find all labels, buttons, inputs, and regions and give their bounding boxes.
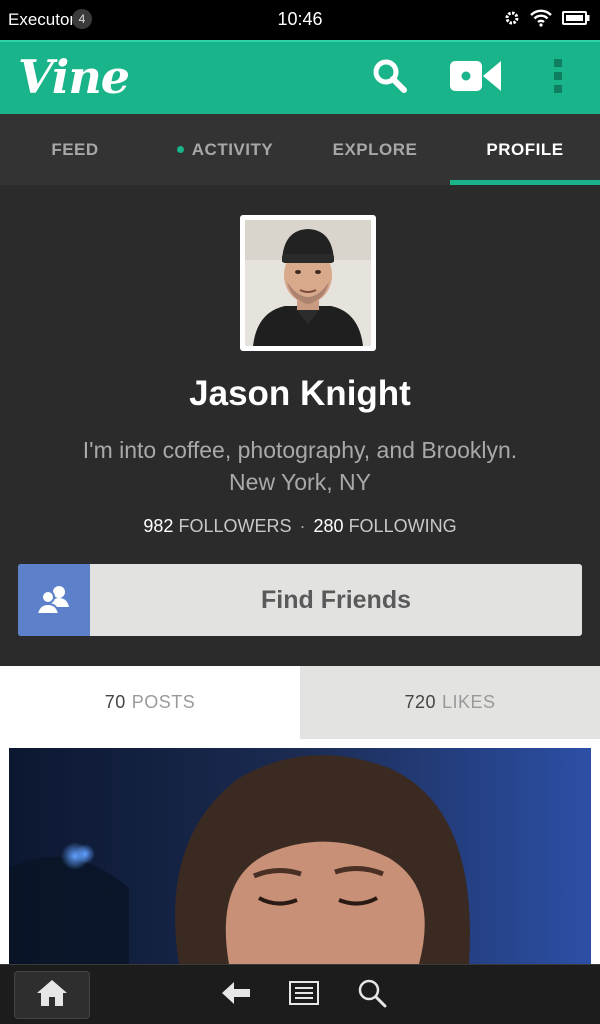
- nav-search-button[interactable]: [350, 971, 394, 1019]
- system-icons: [504, 9, 590, 31]
- profile-stats: 982 FOLLOWERS · 280 FOLLOWING: [0, 516, 600, 537]
- tab-label: EXPLORE: [332, 139, 418, 159]
- search-icon: [372, 58, 408, 99]
- overflow-menu-icon: [553, 58, 563, 99]
- tab-label: PROFILE: [486, 139, 564, 159]
- post-list: [0, 739, 600, 964]
- tab-activity[interactable]: ACTIVITY: [150, 114, 300, 185]
- post-video-thumbnail[interactable]: [9, 748, 591, 964]
- record-video-button[interactable]: [448, 56, 504, 100]
- gear-icon: [504, 10, 520, 31]
- bio-location: New York, NY: [229, 469, 371, 495]
- search-icon: [357, 978, 387, 1013]
- find-friends-label: Find Friends: [261, 585, 411, 614]
- avatar[interactable]: [240, 215, 376, 351]
- tab-profile[interactable]: PROFILE: [450, 114, 600, 185]
- overflow-menu-button[interactable]: [536, 56, 580, 100]
- back-icon: [220, 980, 252, 1011]
- following-link[interactable]: 280 FOLLOWING: [314, 516, 457, 536]
- video-camera-icon: [449, 59, 503, 98]
- system-nav-bar: [0, 964, 600, 1024]
- tab-feed[interactable]: FEED: [0, 114, 150, 185]
- posts-count: 70: [104, 692, 126, 712]
- followers-count: 982: [143, 516, 174, 536]
- profile-bio: I'm into coffee, photography, and Brookl…: [0, 434, 600, 498]
- find-friends-button[interactable]: Find Friends: [18, 564, 582, 636]
- tab-label: ACTIVITY: [191, 139, 274, 159]
- app-header: Vine: [0, 40, 600, 114]
- posts-label: POSTS: [131, 692, 196, 712]
- search-button[interactable]: [368, 56, 412, 100]
- following-label: FOLLOWING: [348, 516, 457, 536]
- followers-link[interactable]: 982 FOLLOWERS: [143, 516, 291, 536]
- home-icon: [35, 978, 69, 1013]
- add-friends-icon: [18, 564, 90, 636]
- menu-button[interactable]: [282, 971, 326, 1019]
- main-tabs: FEED ACTIVITY EXPLORE PROFILE: [0, 114, 600, 185]
- back-button[interactable]: [214, 971, 258, 1019]
- avatar-photo: [245, 220, 371, 346]
- bio-description: I'm into coffee, photography, and Brookl…: [82, 437, 518, 463]
- tab-posts[interactable]: 70 POSTS: [0, 666, 300, 739]
- tab-explore[interactable]: EXPLORE: [300, 114, 450, 185]
- tab-likes[interactable]: 720 LIKES: [300, 666, 600, 739]
- activity-indicator-dot: [176, 146, 184, 153]
- tab-label: FEED: [51, 139, 99, 159]
- vine-logo: Vine: [18, 50, 130, 104]
- followers-label: FOLLOWERS: [178, 516, 292, 536]
- likes-label: LIKES: [442, 692, 496, 712]
- menu-icon: [288, 980, 320, 1011]
- stats-separator: ·: [299, 516, 306, 536]
- battery-icon: [562, 10, 590, 30]
- home-button[interactable]: [14, 971, 90, 1019]
- likes-count: 720: [404, 692, 436, 712]
- profile-name: Jason Knight: [189, 374, 411, 413]
- following-count: 280: [313, 516, 344, 536]
- wifi-icon: [530, 9, 552, 32]
- status-bar: Executor 4 10:46: [0, 0, 600, 40]
- profile-content-tabs: 70 POSTS 720 LIKES: [0, 666, 600, 739]
